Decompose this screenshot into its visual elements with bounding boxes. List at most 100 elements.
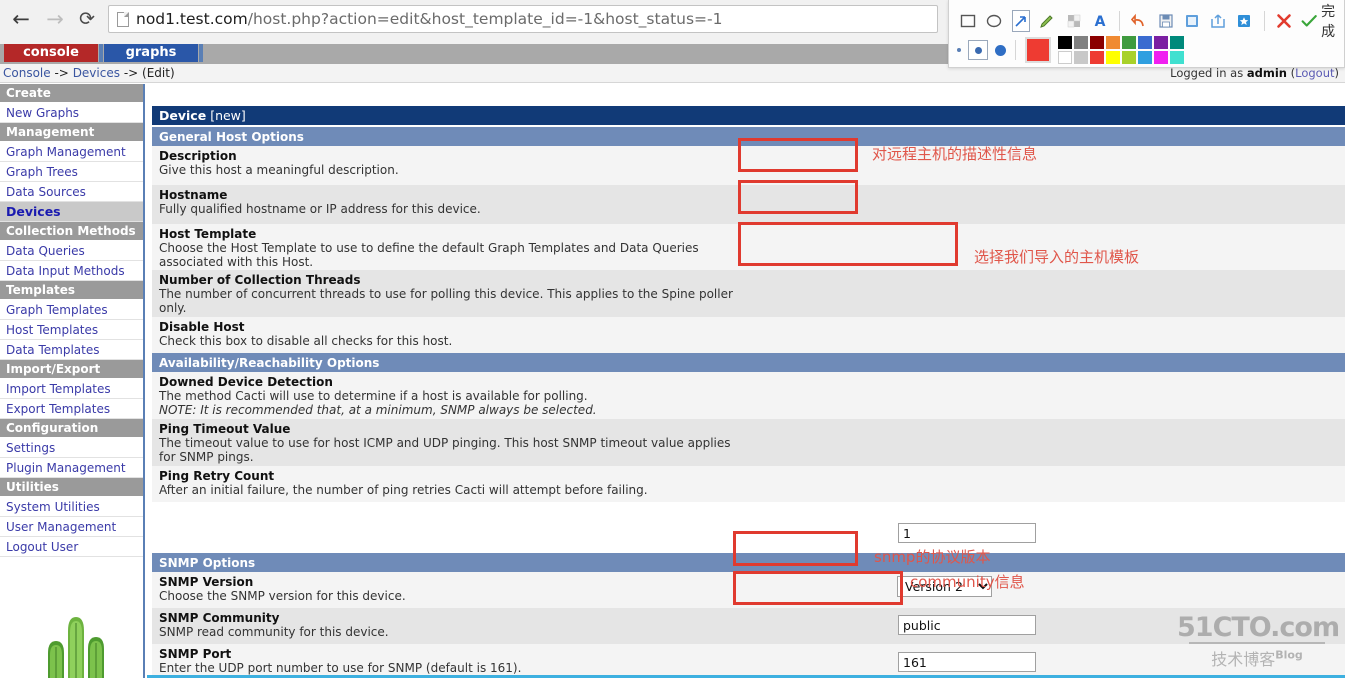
brush-medium-icon (974, 46, 982, 54)
arrow-tool-icon[interactable] (1011, 10, 1031, 32)
sidebar-item-settings[interactable]: Settings (0, 438, 143, 458)
watermark-sup: Blog (1275, 648, 1303, 662)
swatch-teal[interactable] (1170, 36, 1184, 49)
tab-divider-1 (99, 44, 103, 62)
page-title-text: Device (159, 108, 207, 123)
text-tool-icon[interactable]: A (1091, 10, 1109, 32)
highlighter-tool-icon[interactable] (1038, 10, 1056, 32)
annotation-snmp-version: snmp的协议版本 (874, 548, 991, 566)
desc-downed-note: NOTE: It is recommended that, at a minim… (159, 403, 597, 417)
cancel-tool-icon[interactable] (1274, 10, 1292, 32)
sidebar-item-devices[interactable]: Devices (0, 202, 143, 222)
login-status: Logged in as admin (Logout) (1170, 66, 1339, 80)
brush-medium-button[interactable] (968, 40, 988, 60)
sidebar-item-data-input-methods[interactable]: Data Input Methods (0, 261, 143, 281)
annotation-description: 对远程主机的描述性信息 (872, 145, 1038, 163)
row-snmp-port: SNMP Port Enter the UDP port number to u… (152, 644, 1345, 678)
favorite-tool-icon[interactable] (1235, 10, 1253, 32)
cacti-logo (48, 617, 104, 678)
forward-icon[interactable]: → (40, 4, 70, 34)
swatch-yellow[interactable] (1106, 51, 1120, 64)
address-bar[interactable]: nod1.test.com/host.php?action=edit&host_… (108, 5, 938, 33)
breadcrumb-sep-2: -> (123, 66, 139, 80)
swatch-blue[interactable] (1138, 36, 1152, 49)
undo-tool-icon[interactable] (1130, 10, 1148, 32)
current-color-swatch[interactable] (1025, 37, 1051, 63)
share-tool-icon[interactable] (1209, 10, 1227, 32)
sidebar-header-management: Management (0, 123, 143, 142)
swatch-magenta[interactable] (1154, 51, 1168, 64)
ellipse-tool-icon[interactable] (985, 10, 1003, 32)
swatch-white[interactable] (1058, 51, 1072, 64)
copy-tool-icon[interactable] (1183, 10, 1201, 32)
swatch-orange[interactable] (1106, 36, 1120, 49)
watermark: 51CTO.com 技术博客Blog (1177, 612, 1340, 670)
sidebar-item-import-templates[interactable]: Import Templates (0, 379, 143, 399)
login-prefix: Logged in as (1170, 66, 1247, 80)
breadcrumb-current: (Edit) (142, 66, 175, 80)
sidebar-item-graph-templates[interactable]: Graph Templates (0, 300, 143, 320)
breadcrumb-console[interactable]: Console (3, 66, 51, 80)
tab-console[interactable]: console (4, 44, 98, 62)
sidebar-item-system-utilities[interactable]: System Utilities (0, 497, 143, 517)
snmp-community-input[interactable] (898, 615, 1036, 635)
logout-open: ( (1286, 66, 1296, 80)
swatch-lightgray[interactable] (1074, 51, 1088, 64)
label-snmp-version: SNMP Version (159, 575, 254, 589)
row-collection-threads: Number of Collection Threads The number … (152, 270, 1345, 317)
sidebar-item-data-templates[interactable]: Data Templates (0, 340, 143, 360)
row-ping-timeout: Ping Timeout Value The timeout value to … (152, 419, 1345, 466)
sidebar-item-plugin-management[interactable]: Plugin Management (0, 458, 143, 478)
swatch-cyan[interactable] (1170, 51, 1184, 64)
desc-disable-host: Check this box to disable all checks for… (159, 334, 453, 348)
snmp-port-input[interactable] (898, 652, 1036, 672)
rectangle-tool-icon[interactable] (959, 10, 977, 32)
sidebar-item-export-templates[interactable]: Export Templates (0, 399, 143, 419)
label-host-template: Host Template (159, 227, 257, 241)
annotation-tools-row: A 完成 (949, 4, 1344, 40)
section-snmp-options: SNMP Options (152, 553, 1345, 572)
back-icon[interactable]: ← (6, 4, 36, 34)
swatch-black[interactable] (1058, 36, 1072, 49)
reload-icon[interactable]: ⟳ (72, 4, 102, 34)
desc-description: Give this host a meaningful description. (159, 163, 399, 177)
row-ping-retry: Ping Retry Count After an initial failur… (152, 466, 1345, 502)
sidebar-item-data-queries[interactable]: Data Queries (0, 241, 143, 261)
brush-large-icon[interactable] (995, 44, 1006, 56)
desc-snmp-port: Enter the UDP port number to use for SNM… (159, 661, 522, 675)
sidebar-header-utilities: Utilities (0, 478, 143, 497)
swatch-purple[interactable] (1154, 36, 1168, 49)
row-host-template: Host Template Choose the Host Template t… (152, 224, 1345, 270)
sidebar-item-data-sources[interactable]: Data Sources (0, 182, 143, 202)
label-downed-device-detection: Downed Device Detection (159, 375, 333, 389)
brush-small-icon[interactable] (957, 48, 961, 52)
sidebar-header-create: Create (0, 84, 143, 103)
label-ping-retry: Ping Retry Count (159, 469, 275, 483)
sidebar-item-user-management[interactable]: User Management (0, 517, 143, 537)
tab-graphs[interactable]: graphs (104, 44, 198, 62)
swatch-green[interactable] (1122, 36, 1136, 49)
sidebar-item-logout-user[interactable]: Logout User (0, 537, 143, 557)
breadcrumb-devices[interactable]: Devices (73, 66, 120, 80)
ping-retry-input[interactable] (898, 523, 1036, 543)
save-tool-icon[interactable] (1156, 10, 1174, 32)
mosaic-tool-icon[interactable] (1065, 10, 1083, 32)
swatch-gray[interactable] (1074, 36, 1088, 49)
login-user: admin (1246, 66, 1287, 80)
sidebar-item-graph-trees[interactable]: Graph Trees (0, 162, 143, 182)
section-general-host-options: General Host Options (152, 127, 1345, 146)
label-collection-threads: Number of Collection Threads (159, 273, 361, 287)
logout-close: ) (1334, 66, 1340, 80)
swatch-red[interactable] (1090, 51, 1104, 64)
watermark-main: 51CTO.com (1177, 612, 1340, 643)
swatch-skyblue[interactable] (1138, 51, 1152, 64)
logout-link[interactable]: Logout (1295, 66, 1334, 80)
sidebar-item-host-templates[interactable]: Host Templates (0, 320, 143, 340)
swatch-lime[interactable] (1122, 51, 1136, 64)
sidebar-item-new-graphs[interactable]: New Graphs (0, 103, 143, 123)
swatch-darkred[interactable] (1090, 36, 1104, 49)
desc-ping-retry: After an initial failure, the number of … (159, 483, 648, 497)
sidebar-item-graph-management[interactable]: Graph Management (0, 142, 143, 162)
cacti-page: console graphs Console -> Devices -> (Ed… (0, 44, 1345, 678)
toolbar-separator-1 (1119, 11, 1121, 31)
